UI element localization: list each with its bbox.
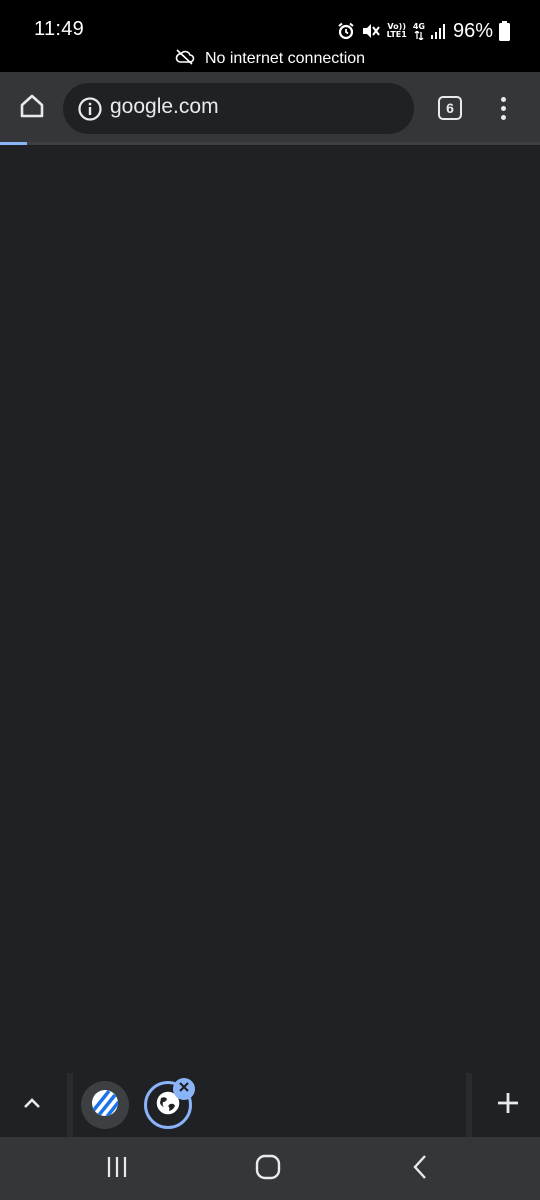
address-bar[interactable]: google.com	[63, 83, 414, 134]
expand-tab-strip-button[interactable]	[10, 1083, 54, 1127]
strip-divider	[67, 1073, 73, 1137]
battery-icon	[499, 21, 510, 41]
tab-count: 6	[438, 96, 462, 120]
close-tab-button[interactable]	[173, 1078, 195, 1100]
battery-percent: 96%	[452, 19, 493, 42]
strip-divider	[466, 1073, 472, 1137]
system-nav-bar	[0, 1137, 540, 1200]
network-lte-text: LTE1	[386, 30, 407, 39]
page-content[interactable]	[0, 145, 540, 1073]
home-circle-icon	[255, 1154, 281, 1185]
more-menu-button[interactable]	[481, 86, 525, 130]
offline-message: No internet connection	[204, 50, 366, 67]
back-icon	[411, 1154, 429, 1185]
network-4g-text: 4G	[412, 21, 425, 31]
browser-toolbar: google.com 6	[0, 72, 540, 144]
new-tab-button[interactable]	[486, 1083, 530, 1127]
tab-switcher-button[interactable]: 6	[428, 86, 472, 130]
status-bar: 11:49 Vo)) LTE1 4G 96% No internet conne…	[0, 0, 540, 72]
recents-icon	[105, 1156, 129, 1183]
system-home-button[interactable]	[238, 1149, 298, 1189]
home-icon	[18, 92, 46, 125]
chevron-up-icon	[22, 1096, 42, 1115]
cloud-off-icon	[175, 48, 195, 70]
mute-icon	[361, 22, 381, 40]
back-button[interactable]	[390, 1149, 450, 1189]
info-icon[interactable]	[77, 96, 103, 122]
alarm-icon	[337, 22, 355, 40]
close-icon	[178, 1080, 190, 1098]
plus-icon	[496, 1091, 520, 1120]
tab-strip	[0, 1073, 540, 1137]
recents-button[interactable]	[87, 1149, 147, 1189]
url-text[interactable]: google.com	[110, 95, 219, 119]
offline-banner: No internet connection	[0, 46, 540, 72]
tab-item[interactable]	[81, 1081, 129, 1129]
network-volte: Vo)) LTE1	[387, 23, 407, 39]
home-button[interactable]	[10, 86, 54, 130]
network-4g: 4G	[412, 21, 425, 40]
striped-circle-icon	[91, 1089, 119, 1122]
status-icons: Vo)) LTE1 4G 96%	[337, 16, 510, 46]
more-vert-icon	[500, 96, 506, 120]
signal-icon	[430, 23, 445, 39]
status-time: 11:49	[34, 18, 85, 40]
